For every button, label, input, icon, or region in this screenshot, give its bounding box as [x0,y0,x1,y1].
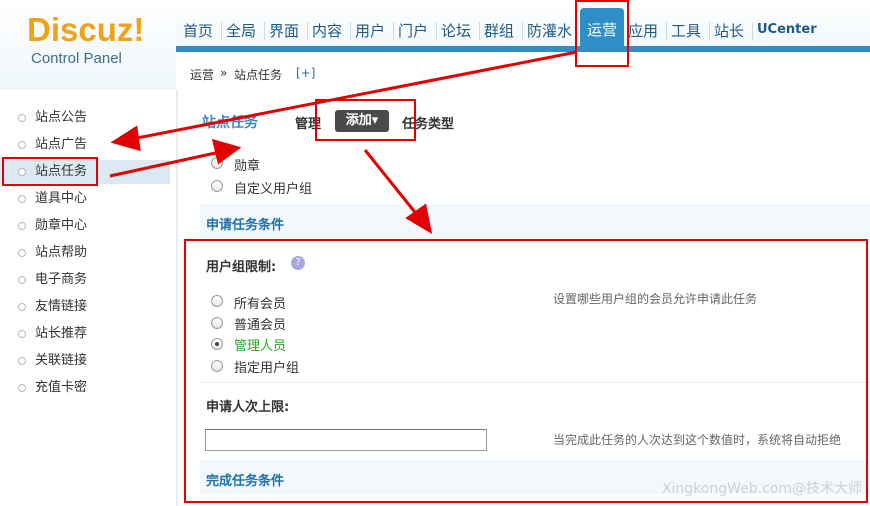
arrow-head-icon [110,125,141,152]
annotation-arrows [109,50,578,235]
arrow-line [109,150,221,178]
arrow-line [363,149,420,217]
arrow-head-icon [211,138,242,165]
watermark: XingkongWeb.com@技术大师 [661,481,862,497]
arrow-line [131,50,578,141]
